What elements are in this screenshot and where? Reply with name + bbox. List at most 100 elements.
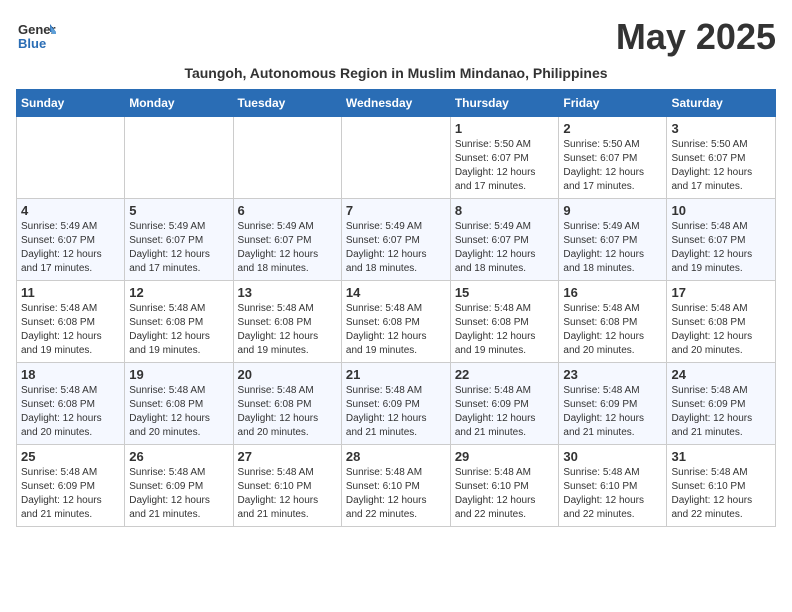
day-info: Sunrise: 5:48 AMSunset: 6:08 PMDaylight:… bbox=[238, 302, 337, 358]
calendar-cell: 10 Sunrise: 5:48 AMSunset: 6:07 PMDayligh… bbox=[667, 199, 776, 281]
day-number: 8 bbox=[455, 203, 555, 218]
day-number: 13 bbox=[238, 285, 337, 300]
day-number: 4 bbox=[21, 203, 120, 218]
day-info: Sunrise: 5:48 AMSunset: 6:09 PMDaylight:… bbox=[671, 384, 771, 440]
day-number: 3 bbox=[671, 121, 771, 136]
day-info: Sunrise: 5:48 AMSunset: 6:10 PMDaylight:… bbox=[455, 466, 555, 522]
calendar-cell: 3 Sunrise: 5:50 AMSunset: 6:07 PMDaylight… bbox=[667, 117, 776, 199]
day-header-wednesday: Wednesday bbox=[341, 90, 450, 117]
logo: General Blue bbox=[16, 16, 56, 61]
day-number: 2 bbox=[563, 121, 662, 136]
calendar-cell: 12 Sunrise: 5:48 AMSunset: 6:08 PMDayligh… bbox=[125, 281, 233, 363]
calendar-cell: 16Sunrise: 5:48 AMSunset: 6:08 PMDayligh… bbox=[559, 281, 667, 363]
day-header-thursday: Thursday bbox=[450, 90, 559, 117]
day-header-friday: Friday bbox=[559, 90, 667, 117]
day-number: 28 bbox=[346, 449, 446, 464]
day-number: 23 bbox=[563, 367, 662, 382]
calendar-cell: 8Sunrise: 5:49 AMSunset: 6:07 PMDaylight… bbox=[450, 199, 559, 281]
calendar-cell: 1 Sunrise: 5:50 AMSunset: 6:07 PMDaylight… bbox=[450, 117, 559, 199]
day-info: Sunrise: 5:48 AMSunset: 6:09 PMDaylight:… bbox=[129, 466, 228, 522]
calendar-cell: 2 Sunrise: 5:50 AMSunset: 6:07 PMDaylight… bbox=[559, 117, 667, 199]
calendar-cell: 19Sunrise: 5:48 AMSunset: 6:08 PMDayligh… bbox=[125, 363, 233, 445]
calendar-cell: 9 Sunrise: 5:49 AMSunset: 6:07 PMDaylight… bbox=[559, 199, 667, 281]
day-number: 9 bbox=[563, 203, 662, 218]
calendar-table: SundayMondayTuesdayWednesdayThursdayFrid… bbox=[16, 89, 776, 527]
calendar-cell: 18 Sunrise: 5:48 AMSunset: 6:08 PMDayligh… bbox=[17, 363, 125, 445]
calendar-cell bbox=[125, 117, 233, 199]
day-header-tuesday: Tuesday bbox=[233, 90, 341, 117]
day-number: 18 bbox=[21, 367, 120, 382]
calendar-cell: 22 Sunrise: 5:48 AMSunset: 6:09 PMDayligh… bbox=[450, 363, 559, 445]
calendar-cell: 23Sunrise: 5:48 AMSunset: 6:09 PMDayligh… bbox=[559, 363, 667, 445]
day-info: Sunrise: 5:48 AMSunset: 6:10 PMDaylight:… bbox=[563, 466, 662, 522]
day-info: Sunrise: 5:48 AMSunset: 6:07 PMDaylight:… bbox=[671, 220, 771, 276]
day-number: 1 bbox=[455, 121, 555, 136]
calendar-week-row: 1 Sunrise: 5:50 AMSunset: 6:07 PMDaylight… bbox=[17, 117, 776, 199]
day-number: 11 bbox=[21, 285, 120, 300]
day-number: 25 bbox=[21, 449, 120, 464]
svg-text:Blue: Blue bbox=[18, 36, 46, 51]
day-info: Sunrise: 5:49 AMSunset: 6:07 PMDaylight:… bbox=[21, 220, 120, 276]
calendar-header-row: SundayMondayTuesdayWednesdayThursdayFrid… bbox=[17, 90, 776, 117]
day-number: 6 bbox=[238, 203, 337, 218]
day-number: 17 bbox=[671, 285, 771, 300]
day-info: Sunrise: 5:49 AMSunset: 6:07 PMDaylight:… bbox=[129, 220, 228, 276]
calendar-cell: 26 Sunrise: 5:48 AMSunset: 6:09 PMDayligh… bbox=[125, 445, 233, 527]
calendar-cell bbox=[17, 117, 125, 199]
calendar-cell: 11 Sunrise: 5:48 AMSunset: 6:08 PMDayligh… bbox=[17, 281, 125, 363]
day-info: Sunrise: 5:50 AMSunset: 6:07 PMDaylight:… bbox=[455, 138, 555, 194]
day-info: Sunrise: 5:50 AMSunset: 6:07 PMDaylight:… bbox=[563, 138, 662, 194]
day-info: Sunrise: 5:48 AMSunset: 6:08 PMDaylight:… bbox=[238, 384, 337, 440]
day-number: 21 bbox=[346, 367, 446, 382]
calendar-week-row: 11 Sunrise: 5:48 AMSunset: 6:08 PMDayligh… bbox=[17, 281, 776, 363]
month-title: May 2025 bbox=[616, 16, 776, 58]
calendar-cell: 4 Sunrise: 5:49 AMSunset: 6:07 PMDaylight… bbox=[17, 199, 125, 281]
calendar-week-row: 4 Sunrise: 5:49 AMSunset: 6:07 PMDaylight… bbox=[17, 199, 776, 281]
day-info: Sunrise: 5:48 AMSunset: 6:08 PMDaylight:… bbox=[129, 384, 228, 440]
calendar-cell: 6 Sunrise: 5:49 AMSunset: 6:07 PMDaylight… bbox=[233, 199, 341, 281]
day-number: 26 bbox=[129, 449, 228, 464]
day-number: 29 bbox=[455, 449, 555, 464]
day-number: 20 bbox=[238, 367, 337, 382]
day-number: 10 bbox=[671, 203, 771, 218]
day-number: 15 bbox=[455, 285, 555, 300]
calendar-cell: 29 Sunrise: 5:48 AMSunset: 6:10 PMDayligh… bbox=[450, 445, 559, 527]
logo-graphic: General Blue bbox=[16, 16, 56, 61]
calendar-cell: 31Sunrise: 5:48 AMSunset: 6:10 PMDayligh… bbox=[667, 445, 776, 527]
day-info: Sunrise: 5:48 AMSunset: 6:09 PMDaylight:… bbox=[21, 466, 120, 522]
day-number: 7 bbox=[346, 203, 446, 218]
header: General Blue May 2025 bbox=[16, 16, 776, 61]
calendar-cell: 5 Sunrise: 5:49 AMSunset: 6:07 PMDaylight… bbox=[125, 199, 233, 281]
calendar-subtitle: Taungoh, Autonomous Region in Muslim Min… bbox=[16, 65, 776, 81]
day-info: Sunrise: 5:48 AMSunset: 6:08 PMDaylight:… bbox=[346, 302, 446, 358]
calendar-cell: 24 Sunrise: 5:48 AMSunset: 6:09 PMDayligh… bbox=[667, 363, 776, 445]
calendar-cell: 27Sunrise: 5:48 AMSunset: 6:10 PMDayligh… bbox=[233, 445, 341, 527]
day-info: Sunrise: 5:48 AMSunset: 6:10 PMDaylight:… bbox=[346, 466, 446, 522]
day-number: 5 bbox=[129, 203, 228, 218]
calendar-cell: 7 Sunrise: 5:49 AMSunset: 6:07 PMDaylight… bbox=[341, 199, 450, 281]
day-info: Sunrise: 5:48 AMSunset: 6:09 PMDaylight:… bbox=[455, 384, 555, 440]
day-info: Sunrise: 5:48 AMSunset: 6:08 PMDaylight:… bbox=[563, 302, 662, 358]
calendar-cell: 17Sunrise: 5:48 AMSunset: 6:08 PMDayligh… bbox=[667, 281, 776, 363]
day-info: Sunrise: 5:48 AMSunset: 6:08 PMDaylight:… bbox=[21, 384, 120, 440]
day-info: Sunrise: 5:49 AMSunset: 6:07 PMDaylight:… bbox=[346, 220, 446, 276]
day-number: 22 bbox=[455, 367, 555, 382]
day-info: Sunrise: 5:49 AMSunset: 6:07 PMDaylight:… bbox=[563, 220, 662, 276]
calendar-week-row: 18 Sunrise: 5:48 AMSunset: 6:08 PMDayligh… bbox=[17, 363, 776, 445]
day-info: Sunrise: 5:48 AMSunset: 6:08 PMDaylight:… bbox=[21, 302, 120, 358]
day-info: Sunrise: 5:50 AMSunset: 6:07 PMDaylight:… bbox=[671, 138, 771, 194]
calendar-cell: 30 Sunrise: 5:48 AMSunset: 6:10 PMDayligh… bbox=[559, 445, 667, 527]
calendar-cell: 20 Sunrise: 5:48 AMSunset: 6:08 PMDayligh… bbox=[233, 363, 341, 445]
day-number: 31 bbox=[671, 449, 771, 464]
calendar-cell: 13 Sunrise: 5:48 AMSunset: 6:08 PMDayligh… bbox=[233, 281, 341, 363]
day-number: 14 bbox=[346, 285, 446, 300]
day-header-sunday: Sunday bbox=[17, 90, 125, 117]
calendar-cell: 28 Sunrise: 5:48 AMSunset: 6:10 PMDayligh… bbox=[341, 445, 450, 527]
day-number: 24 bbox=[671, 367, 771, 382]
calendar-cell: 25 Sunrise: 5:48 AMSunset: 6:09 PMDayligh… bbox=[17, 445, 125, 527]
day-number: 30 bbox=[563, 449, 662, 464]
day-info: Sunrise: 5:48 AMSunset: 6:08 PMDaylight:… bbox=[129, 302, 228, 358]
day-number: 12 bbox=[129, 285, 228, 300]
day-info: Sunrise: 5:49 AMSunset: 6:07 PMDaylight:… bbox=[238, 220, 337, 276]
day-info: Sunrise: 5:48 AMSunset: 6:09 PMDaylight:… bbox=[346, 384, 446, 440]
